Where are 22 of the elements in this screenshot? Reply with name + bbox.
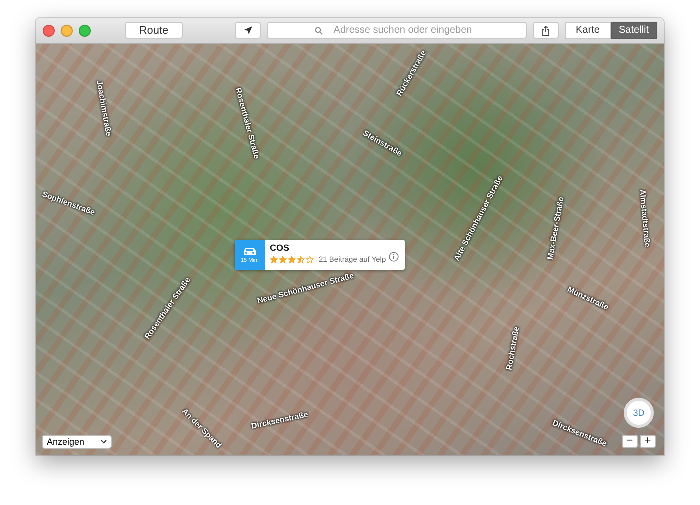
share-icon (542, 26, 550, 36)
display-dropdown[interactable]: Anzeigen (42, 435, 112, 449)
zoom-control-button[interactable]: + (640, 435, 656, 448)
map-type-tab[interactable]: Karte (565, 22, 611, 39)
half-star-icon (297, 256, 305, 264)
zoom-button[interactable] (79, 24, 91, 36)
place-title: COS (270, 243, 291, 253)
street-label: Almstadtstraße (638, 189, 652, 248)
search-field[interactable]: Adresse suchen oder eingeben (267, 22, 527, 39)
route-button[interactable]: Route (125, 22, 183, 39)
location-button[interactable] (235, 22, 261, 39)
search-icon (315, 26, 323, 34)
street-label: Rochstraße (504, 326, 522, 371)
info-icon[interactable] (389, 252, 399, 262)
share-button[interactable] (533, 22, 559, 39)
location-arrow-icon (244, 26, 252, 35)
star-outline-icon (306, 256, 314, 264)
map-type-tab[interactable]: Satellit (611, 22, 657, 39)
close-button[interactable] (43, 24, 55, 36)
car-icon (243, 246, 257, 256)
chevron-down-icon (101, 440, 107, 444)
zoom-control-button[interactable]: − (622, 435, 638, 448)
